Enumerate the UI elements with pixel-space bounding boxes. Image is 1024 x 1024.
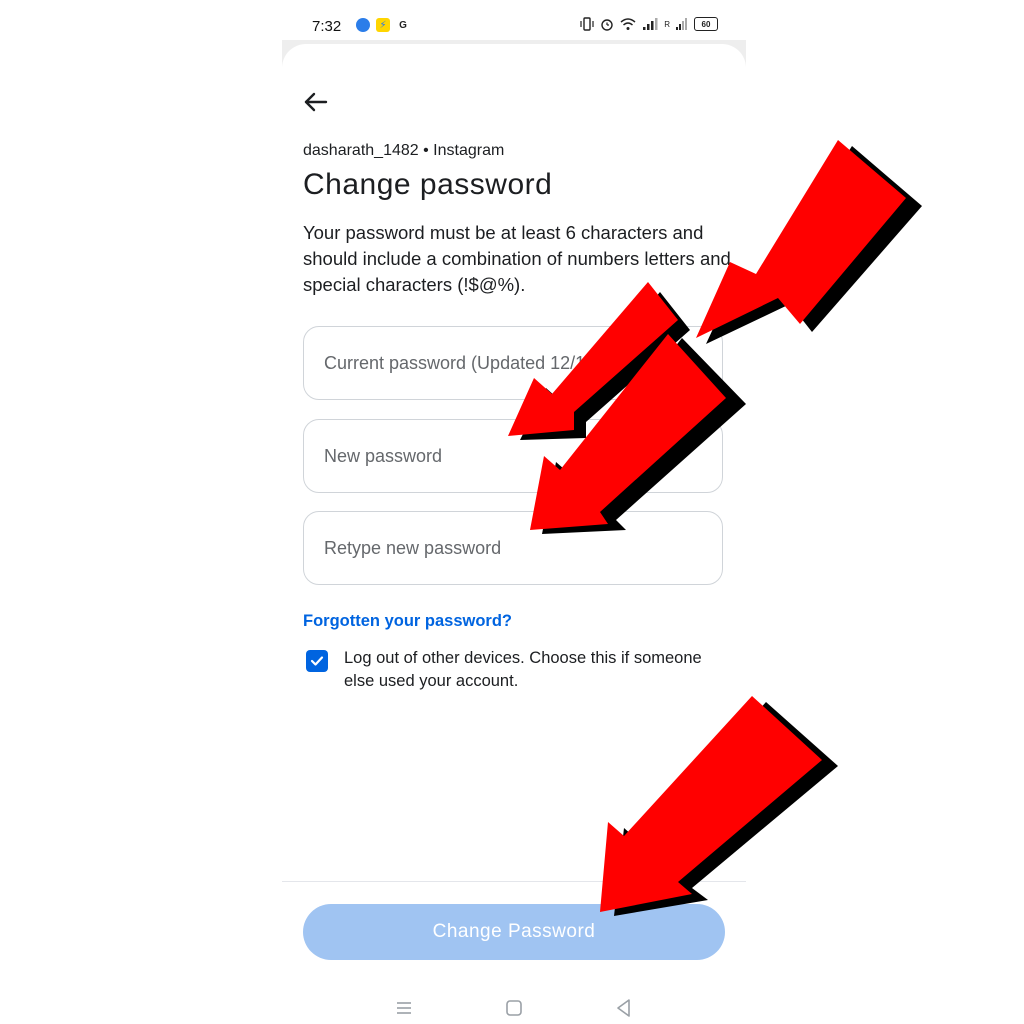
home-square-icon[interactable] bbox=[502, 996, 526, 1020]
new-password-field[interactable] bbox=[303, 419, 723, 493]
wifi-icon bbox=[620, 18, 636, 30]
page-title: Change password bbox=[303, 168, 553, 201]
google-icon: G bbox=[399, 19, 407, 31]
vibrate-icon bbox=[580, 17, 594, 31]
current-password-input[interactable] bbox=[304, 327, 722, 399]
change-password-sheet: dasharath_1482 • Instagram Change passwo… bbox=[282, 44, 746, 980]
new-password-input[interactable] bbox=[304, 420, 722, 492]
phone-screen: 7:32 ⚡ G R 60 dasharath_1482 • Instagram… bbox=[282, 0, 746, 1024]
account-line: dasharath_1482 • Instagram bbox=[303, 142, 505, 159]
change-password-button[interactable]: Change Password bbox=[303, 904, 725, 960]
screenshot-canvas: 7:32 ⚡ G R 60 dasharath_1482 • Instagram… bbox=[0, 0, 1024, 1024]
footer-divider bbox=[282, 881, 746, 882]
recents-menu-icon[interactable] bbox=[392, 996, 416, 1020]
forgot-password-link[interactable]: Forgotten your password? bbox=[303, 612, 512, 631]
retype-password-field[interactable] bbox=[303, 511, 723, 585]
system-nav-bar bbox=[282, 990, 746, 1024]
battery-icon: 60 bbox=[694, 17, 718, 31]
retype-password-input[interactable] bbox=[304, 512, 722, 584]
alarm-icon bbox=[601, 19, 613, 31]
browser-icon bbox=[356, 18, 370, 32]
current-password-field[interactable] bbox=[303, 326, 723, 400]
signal-icon bbox=[643, 18, 658, 30]
signal-2-icon bbox=[676, 18, 687, 30]
status-time: 7:32 bbox=[312, 18, 342, 35]
status-bar: 7:32 ⚡ G R 60 bbox=[282, 0, 746, 44]
password-requirements: Your password must be at least 6 charact… bbox=[303, 222, 731, 295]
back-triangle-icon[interactable] bbox=[612, 996, 636, 1020]
roaming-label: R bbox=[664, 19, 670, 29]
notification-icons: ⚡ G bbox=[356, 18, 410, 32]
logout-checkbox-label: Log out of other devices. Choose this if… bbox=[344, 649, 702, 690]
status-indicators: R 60 bbox=[580, 17, 718, 31]
checkmark-icon bbox=[310, 656, 324, 666]
logout-other-devices-checkbox[interactable] bbox=[306, 650, 328, 672]
back-arrow-icon[interactable] bbox=[302, 88, 330, 116]
flipkart-icon: ⚡ bbox=[376, 18, 390, 32]
